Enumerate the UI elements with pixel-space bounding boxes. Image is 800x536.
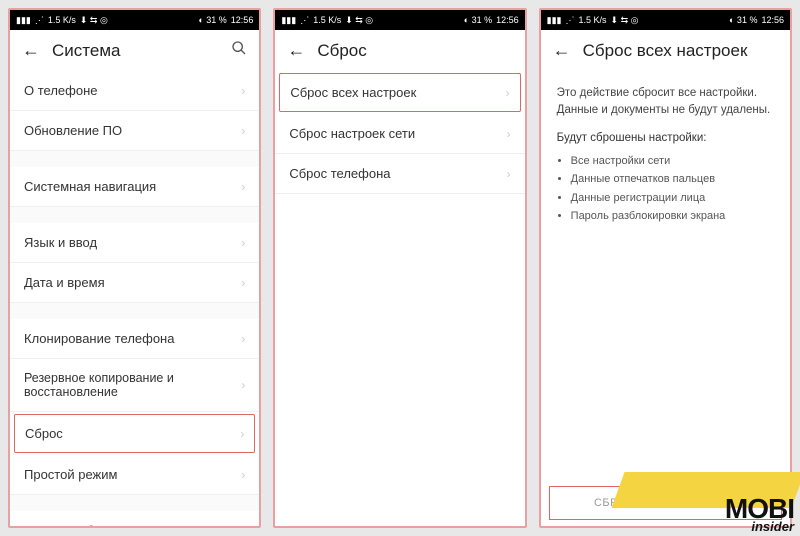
signal-icon: ▮▮▮ [547,15,562,26]
chevron-right-icon: › [241,276,245,290]
signal-icon: ▮▮▮ [281,15,296,26]
chevron-right-icon: › [241,332,245,346]
row-reset-phone[interactable]: Сброс телефона› [275,154,524,194]
status-icons: ⬇ ⇆ ◎ [611,15,639,26]
chevron-right-icon: › [241,468,245,482]
chevron-right-icon: › [241,180,245,194]
phone-screen-system: ▮▮▮ ⋰ 1.5 K/s ⬇ ⇆ ◎ ◐ 31 % 12:56 ← Систе… [8,8,261,528]
bullet-item: Данные отпечатков пальцев [571,171,774,188]
statusbar: ▮▮▮ ⋰ 1.5 K/s ⬇ ⇆ ◎ ◐ 31 % 12:56 [10,10,259,30]
clock: 12:56 [496,15,519,25]
row-reset[interactable]: Сброс› [14,414,255,453]
chevron-right-icon: › [241,84,245,98]
net-speed: 1.5 K/s [313,15,341,25]
row-software-update[interactable]: Обновление ПО› [10,111,259,151]
row-developer-options[interactable]: Для разработчиков› [10,511,259,526]
row-about-phone[interactable]: О телефоне› [10,71,259,111]
wifi-icon: ⋰ [300,15,309,26]
chevron-right-icon: › [507,127,511,141]
phone-screen-reset: ▮▮▮ ⋰ 1.5 K/s ⬇ ⇆ ◎ ◐ 31 % 12:56 ← Сброс… [273,8,526,528]
chevron-right-icon: › [241,524,245,527]
settings-list: О телефоне› Обновление ПО› Системная нав… [10,71,259,526]
chevron-right-icon: › [241,378,245,392]
statusbar: ▮▮▮ ⋰ 1.5 K/s ⬇ ⇆ ◎ ◐ 31 % 12:56 [275,10,524,30]
row-reset-network[interactable]: Сброс настроек сети› [275,114,524,154]
reset-description: Это действие сбросит все настройки. Данн… [557,85,774,120]
chevron-right-icon: › [241,236,245,250]
bullet-item: Все настройки сети [571,153,774,170]
search-icon[interactable] [231,40,247,61]
row-phone-clone[interactable]: Клонирование телефона› [10,319,259,359]
row-language-input[interactable]: Язык и ввод› [10,223,259,263]
clock: 12:56 [231,15,254,25]
page-title: Сброс всех настроек [583,41,778,61]
row-backup-restore[interactable]: Резервное копирование и восстановление› [10,359,259,412]
row-date-time[interactable]: Дата и время› [10,263,259,303]
chevron-right-icon: › [241,124,245,138]
net-speed: 1.5 K/s [48,15,76,25]
chevron-right-icon: › [506,86,510,100]
signal-icon: ▮▮▮ [16,15,31,26]
battery: ◐ 31 % [464,15,492,25]
back-icon[interactable]: ← [287,40,305,61]
titlebar: ← Сброс [275,30,524,71]
reset-bullet-list: Все настройки сети Данные отпечатков пал… [571,153,774,225]
clock: 12:56 [761,15,784,25]
bullet-item: Данные регистрации лица [571,190,774,207]
row-system-navigation[interactable]: Системная навигация› [10,167,259,207]
row-simple-mode[interactable]: Простой режим› [10,455,259,495]
reset-list: Сброс всех настроек› Сброс настроек сети… [275,71,524,526]
page-title: Сброс [317,41,512,61]
row-reset-all-settings[interactable]: Сброс всех настроек› [279,73,520,112]
bullet-item: Пароль разблокировки экрана [571,208,774,225]
back-icon[interactable]: ← [22,40,40,61]
watermark: MOBI insider [725,496,794,534]
status-icons: ⬇ ⇆ ◎ [80,15,108,26]
titlebar: ← Сброс всех настроек [541,30,790,71]
watermark-main: MOBI [725,496,794,521]
net-speed: 1.5 K/s [579,15,607,25]
titlebar: ← Система [10,30,259,71]
back-icon[interactable]: ← [553,40,571,61]
page-title: Система [52,41,219,61]
battery: ◐ 31 % [198,15,226,25]
reset-subheading: Будут сброшены настройки: [557,130,774,147]
chevron-right-icon: › [240,427,244,441]
phone-screen-reset-all: ▮▮▮ ⋰ 1.5 K/s ⬇ ⇆ ◎ ◐ 31 % 12:56 ← Сброс… [539,8,792,528]
statusbar: ▮▮▮ ⋰ 1.5 K/s ⬇ ⇆ ◎ ◐ 31 % 12:56 [541,10,790,30]
status-icons: ⬇ ⇆ ◎ [345,15,373,26]
info-text: Это действие сбросит все настройки. Данн… [541,71,790,241]
wifi-icon: ⋰ [35,15,44,26]
wifi-icon: ⋰ [566,15,575,26]
chevron-right-icon: › [507,167,511,181]
battery: ◐ 31 % [729,15,757,25]
